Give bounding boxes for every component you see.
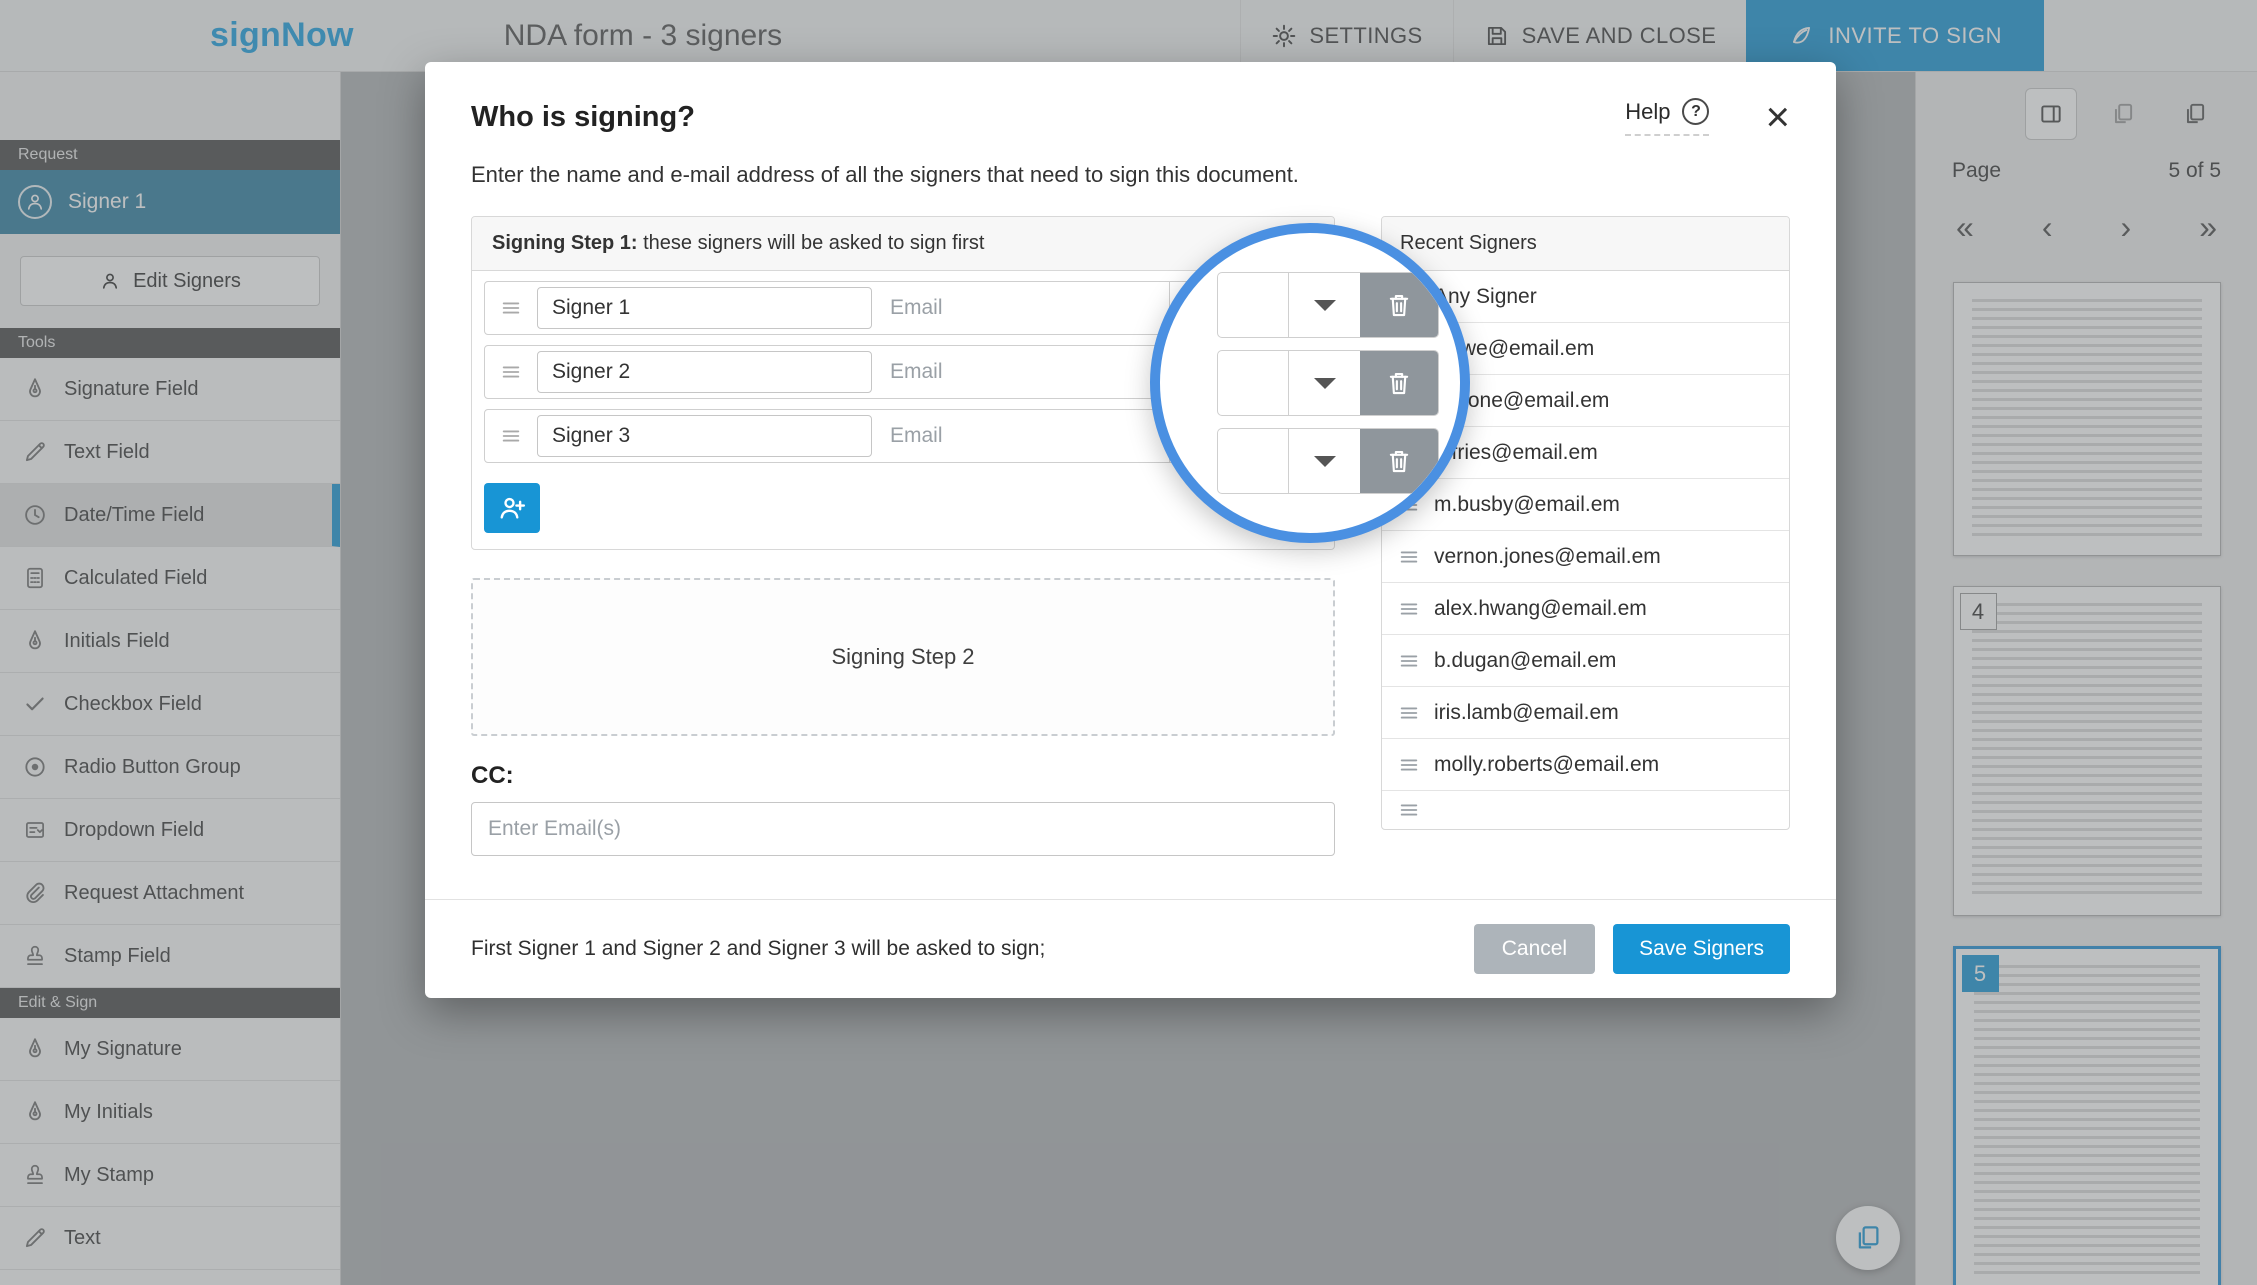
cc-label: CC: [471,762,1335,790]
recent-signer-item[interactable]: m.busby@email.em [1382,479,1789,531]
drag-handle-icon [1398,598,1420,620]
chevron-down-icon [1314,300,1336,322]
drag-handle-icon [1398,754,1420,776]
trash-icon [1384,368,1414,398]
signing-step-2-dropzone[interactable]: Signing Step 2 [471,578,1335,736]
recent-signer-item[interactable]: molly.roberts@email.em [1382,739,1789,791]
drag-handle-icon [1398,799,1420,821]
signer-name-input[interactable] [537,415,872,457]
drag-handle-icon[interactable] [485,410,537,462]
recent-signer-item[interactable]: alex.hwang@email.em [1382,583,1789,635]
recent-signers-title: Recent Signers [1382,217,1789,271]
person-add-icon [497,493,527,523]
recent-signer-label: molly.roberts@email.em [1434,753,1659,777]
modal-title: Who is signing? [471,101,695,134]
add-signer-button[interactable] [484,483,540,533]
zoom-highlight-circle [1150,223,1470,543]
signer-name-input[interactable] [537,351,872,393]
signer-email-input[interactable] [874,282,1169,334]
help-link[interactable]: Help ? [1625,98,1709,136]
signer-email-input[interactable] [874,346,1169,398]
recent-signer-label: m.busby@email.em [1434,493,1620,517]
recent-signer-item-empty[interactable] [1382,791,1789,829]
recent-signer-label: iris.lamb@email.em [1434,701,1619,725]
chevron-down-icon [1314,378,1336,400]
cancel-button[interactable]: Cancel [1474,924,1595,974]
trash-icon [1384,446,1414,476]
recent-signer-item[interactable]: b.dugan@email.em [1382,635,1789,687]
recent-signer-item[interactable]: vernon.jones@email.em [1382,531,1789,583]
save-signers-button[interactable]: Save Signers [1613,924,1790,974]
signer-name-input[interactable] [537,287,872,329]
chevron-down-icon [1314,456,1336,478]
magnified-signer-row [1217,350,1439,416]
close-icon[interactable]: × [1765,96,1790,138]
signer-email-input[interactable] [874,410,1169,462]
magnified-signer-row [1217,428,1439,494]
signing-step-2-label: Signing Step 2 [831,644,974,670]
recent-signer-item[interactable]: iris.lamb@email.em [1382,687,1789,739]
help-icon: ? [1682,98,1709,125]
magnified-signer-row [1217,272,1439,338]
drag-handle-icon [1398,702,1420,724]
recent-signer-label: a.fries@email.em [1434,441,1598,465]
drag-handle-icon[interactable] [485,282,537,334]
trash-icon [1384,290,1414,320]
cc-email-input[interactable] [471,802,1335,856]
drag-handle-icon[interactable] [485,346,537,398]
who-is-signing-modal: Who is signing? Help ? × Enter the name … [425,62,1836,998]
modal-description: Enter the name and e-mail address of all… [425,162,1836,188]
drag-handle-icon [1398,546,1420,568]
signing-order-note: First Signer 1 and Signer 2 and Signer 3… [471,937,1045,961]
recent-signer-label: b.dugan@email.em [1434,649,1616,673]
drag-handle-icon [1398,650,1420,672]
recent-signer-label: vernon.jones@email.em [1434,545,1661,569]
recent-signer-label: alex.hwang@email.em [1434,597,1647,621]
